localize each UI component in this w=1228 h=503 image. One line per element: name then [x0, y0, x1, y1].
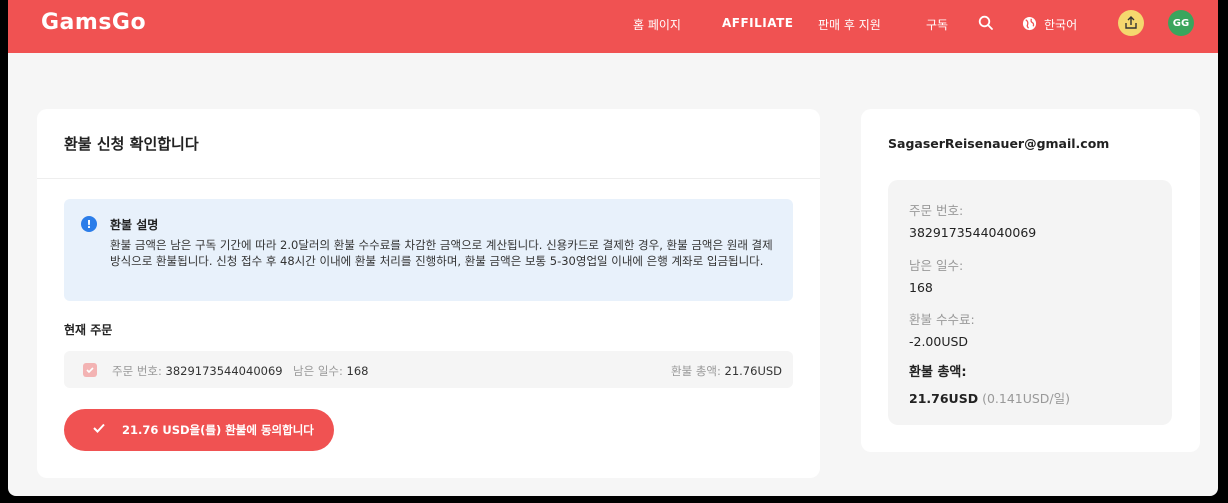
- avatar[interactable]: GG: [1168, 10, 1194, 36]
- info-icon: !: [81, 216, 97, 232]
- logo[interactable]: GamsGo: [41, 10, 146, 35]
- share-icon: [1125, 16, 1137, 29]
- agree-button-label: 21.76 USD을(를) 환불에 동의합니다: [122, 423, 314, 437]
- agree-refund-button[interactable]: 21.76 USD을(를) 환불에 동의합니다: [64, 409, 334, 451]
- page-title: 환불 신청 확인합니다: [64, 135, 199, 153]
- order-row: 주문 번호: 3829173544040069 남은 일수: 168 환불 총액…: [64, 351, 793, 388]
- top-nav: GamsGo 홈 페이지 AFFILIATE 판매 후 지원 구독 한국어 GG: [8, 0, 1218, 53]
- nav-subscribe[interactable]: 구독: [926, 16, 948, 33]
- summary-card: SagaserReisenauer@gmail.com 주문 번호: 38291…: [861, 109, 1200, 452]
- order-checkbox[interactable]: [83, 363, 97, 377]
- check-icon: [86, 367, 94, 374]
- refund-card: 환불 신청 확인합니다 ! 환불 설명 환불 금액은 남은 구독 기간에 따라 …: [37, 109, 820, 478]
- summary-box: 주문 번호: 3829173544040069 남은 일수: 168 환불 수수…: [888, 180, 1172, 425]
- nav-support[interactable]: 판매 후 지원: [818, 16, 881, 33]
- globe-icon[interactable]: [1022, 16, 1037, 35]
- summary-order-number: 3829173544040069: [909, 225, 1037, 240]
- refund-notice: ! 환불 설명 환불 금액은 남은 구독 기간에 따라 2.0달러의 환불 수수…: [64, 199, 793, 301]
- user-email: SagaserReisenauer@gmail.com: [888, 136, 1110, 151]
- notice-body: 환불 금액은 남은 구독 기간에 따라 2.0달러의 환불 수수료를 차감한 금…: [110, 238, 773, 268]
- divider: [37, 178, 820, 179]
- summary-days: 168: [909, 280, 933, 295]
- nav-home[interactable]: 홈 페이지: [633, 16, 681, 33]
- remaining-days: 남은 일수: 168: [293, 364, 369, 378]
- summary-fee-label: 환불 수수료:: [909, 312, 975, 327]
- order-number: 주문 번호: 3829173544040069: [112, 364, 283, 378]
- app-window: GamsGo 홈 페이지 AFFILIATE 판매 후 지원 구독 한국어 GG…: [8, 0, 1218, 496]
- refund-total: 환불 총액: 21.76USD: [671, 364, 783, 378]
- language-selector[interactable]: 한국어: [1044, 16, 1077, 33]
- summary-order-label: 주문 번호:: [909, 203, 964, 218]
- summary-total-label: 환불 총액:: [909, 365, 967, 380]
- summary-fee: -2.00USD: [909, 334, 969, 349]
- nav-affiliate[interactable]: AFFILIATE: [722, 16, 794, 30]
- check-icon: [93, 423, 105, 433]
- summary-total: 21.76USD (0.141USD/일): [909, 391, 1071, 406]
- share-button[interactable]: [1118, 10, 1144, 36]
- notice-title: 환불 설명: [110, 218, 159, 232]
- current-order-label: 현재 주문: [64, 323, 113, 337]
- search-icon[interactable]: [978, 15, 994, 35]
- summary-days-label: 남은 일수:: [909, 258, 964, 273]
